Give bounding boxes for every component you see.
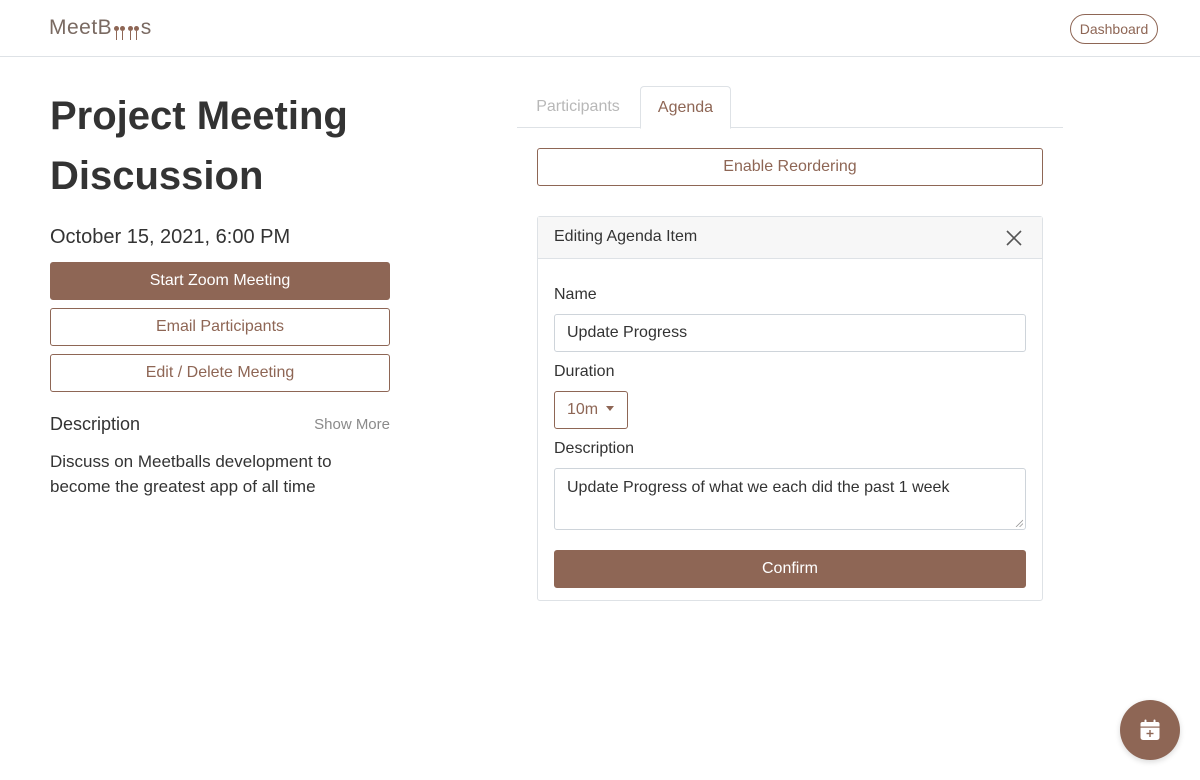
logo-text-prefix: MeetB: [49, 16, 113, 39]
meeting-description: Discuss on Meetballs development to beco…: [50, 452, 332, 496]
description-textarea-value: Update Progress of what we each did the …: [567, 479, 950, 496]
resize-handle-icon[interactable]: [1015, 519, 1023, 527]
close-icon[interactable]: [1004, 228, 1024, 248]
dashboard-button[interactable]: Dashboard: [1070, 14, 1158, 44]
duration-label: Duration: [554, 363, 615, 380]
detail-tabs: Participants Agenda: [517, 86, 1063, 129]
logo-text-suffix: s: [140, 16, 152, 39]
duration-dropdown[interactable]: 10m: [554, 391, 628, 429]
name-input[interactable]: Update Progress: [554, 314, 1026, 352]
start-zoom-meeting-button[interactable]: Start Zoom Meeting: [50, 262, 390, 300]
meeting-title: Project Meeting Discussion: [50, 94, 348, 198]
name-label: Name: [554, 286, 597, 303]
duration-value: 10m: [567, 401, 599, 418]
meeting-details: Project Meeting Discussion October 15, 2…: [50, 86, 390, 499]
tab-agenda[interactable]: Agenda: [640, 86, 731, 129]
meetballs-logo[interactable]: MeetB s: [49, 15, 152, 41]
edit-delete-meeting-button[interactable]: Edit / Delete Meeting: [50, 354, 390, 392]
meeting-datetime: October 15, 2021, 6:00 PM: [50, 226, 291, 248]
show-more-link[interactable]: Show More: [314, 416, 390, 433]
card-body: Name Update Progress Duration 10m Descri…: [554, 259, 1026, 588]
card-header: Editing Agenda Item: [538, 217, 1042, 259]
logo-balls-icon: [113, 25, 140, 40]
description-label: Description: [554, 440, 635, 457]
tab-participants[interactable]: Participants: [517, 86, 639, 128]
description-header: Description Show More: [50, 414, 390, 435]
caret-down-icon: [606, 406, 615, 411]
calendar-plus-icon: [1140, 719, 1160, 740]
confirm-button[interactable]: Confirm: [554, 550, 1026, 588]
card-title: Editing Agenda Item: [554, 228, 698, 245]
enable-reordering-button[interactable]: Enable Reordering: [537, 148, 1043, 186]
description-heading: Description: [50, 414, 141, 434]
description-textarea[interactable]: Update Progress of what we each did the …: [554, 468, 1026, 530]
email-participants-button[interactable]: Email Participants: [50, 308, 390, 346]
edit-agenda-item-card: Editing Agenda Item Name Update Progress…: [537, 216, 1043, 601]
top-navbar: MeetB s Dashboard: [0, 0, 1200, 57]
add-meeting-fab[interactable]: [1120, 700, 1180, 760]
